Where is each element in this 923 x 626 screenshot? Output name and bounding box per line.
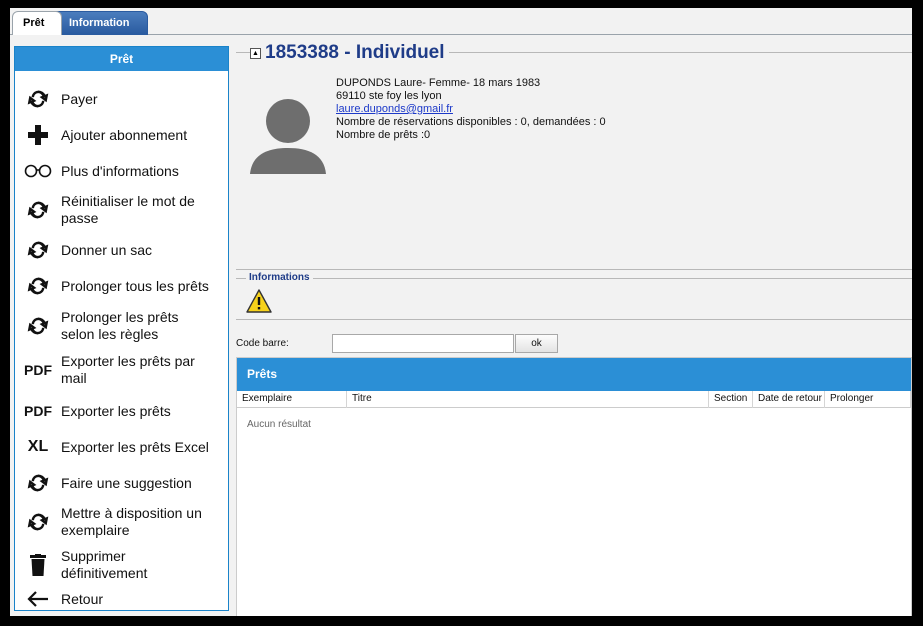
pdf-icon: PDF xyxy=(24,362,52,378)
sidebar-item-label: Payer xyxy=(61,90,98,107)
trash-icon xyxy=(15,554,61,577)
user-loans-count: Nombre de prêts :0 xyxy=(336,129,431,141)
sidebar-item-label: Faire une suggestion xyxy=(61,474,192,491)
user-email-link[interactable]: laure.duponds@gmail.fr xyxy=(336,103,453,115)
sidebar: Prêt Payer Ajouter abonnement Plus d'inf… xyxy=(14,46,229,611)
tab-pret[interactable]: Prêt xyxy=(12,11,62,35)
loans-header: Prêts xyxy=(237,358,911,391)
sidebar-item-ajouter-abonnement[interactable]: Ajouter abonnement xyxy=(15,117,228,153)
informations-legend: Informations xyxy=(246,272,313,283)
column-prolonger[interactable]: Prolonger xyxy=(825,391,911,408)
refresh-icon xyxy=(15,88,61,111)
sidebar-item-label: Prolonger tous les prêts xyxy=(61,277,209,294)
excel-icon: XL xyxy=(27,438,49,455)
sidebar-item-plus-informations[interactable]: Plus d'informations xyxy=(15,153,228,189)
refresh-icon xyxy=(15,315,61,338)
loans-table-header: Exemplaire Titre Section Date de retour … xyxy=(237,391,911,408)
sidebar-item-prolonger-regles[interactable]: Prolonger les prêts selon les règles xyxy=(15,305,228,347)
barcode-input[interactable] xyxy=(332,333,514,353)
refresh-icon xyxy=(15,472,61,495)
arrow-left-icon xyxy=(15,588,61,611)
sidebar-item-exporter-excel[interactable]: XL Exporter les prêts Excel xyxy=(15,429,228,465)
refresh-icon xyxy=(15,511,61,534)
user-info: DUPONDS Laure- Femme- 18 mars 1983 69110… xyxy=(336,77,606,142)
ok-button[interactable]: ok xyxy=(515,333,558,353)
informations-fieldset: Informations xyxy=(236,272,912,320)
refresh-icon xyxy=(15,239,61,262)
sidebar-item-label: Prolonger les prêts selon les règles xyxy=(61,309,179,342)
column-section[interactable]: Section xyxy=(709,391,753,408)
refresh-icon xyxy=(15,199,61,222)
avatar xyxy=(248,98,328,174)
sidebar-item-donner-sac[interactable]: Donner un sac xyxy=(15,232,228,268)
sidebar-item-label: Réinitialiser le mot de passe xyxy=(61,193,195,226)
column-titre[interactable]: Titre xyxy=(347,391,709,408)
sidebar-item-reinitialiser-mot-de-passe[interactable]: Réinitialiser le mot de passe xyxy=(15,189,228,231)
tab-information[interactable]: Information xyxy=(56,11,148,35)
sidebar-item-prolonger-tous[interactable]: Prolonger tous les prêts xyxy=(15,268,228,304)
sidebar-item-label: Exporter les prêts par mail xyxy=(61,353,195,386)
barcode-row: Code barre: ok xyxy=(236,333,558,353)
sidebar-item-label: Exporter les prêts xyxy=(61,402,171,419)
sidebar-item-retour[interactable]: Retour xyxy=(15,587,228,611)
barcode-label: Code barre: xyxy=(236,337,289,349)
sidebar-item-label: Exporter les prêts Excel xyxy=(61,438,209,455)
main-panel: ▲ 1853388 - Individuel DUPONDS Laure- Fe… xyxy=(236,42,912,616)
column-date-retour[interactable]: Date de retour xyxy=(753,391,825,408)
sidebar-item-suggestion[interactable]: Faire une suggestion xyxy=(15,465,228,501)
sidebar-item-supprimer[interactable]: Supprimer définitivement xyxy=(15,544,228,586)
plus-icon xyxy=(15,124,61,147)
sidebar-item-label: Supprimer définitivement xyxy=(61,548,148,581)
app-window: Information Prêt Prêt Payer Ajouter abon… xyxy=(10,8,912,616)
sidebar-item-label: Mettre à disposition un exemplaire xyxy=(61,505,202,538)
sidebar-item-label: Ajouter abonnement xyxy=(61,126,188,143)
column-exemplaire[interactable]: Exemplaire xyxy=(237,391,347,408)
user-identity: DUPONDS Laure- Femme- 18 mars 1983 xyxy=(336,77,541,89)
collapse-button[interactable]: ▲ xyxy=(250,47,261,59)
warning-icon xyxy=(246,289,272,318)
user-address: 69110 ste foy les lyon xyxy=(336,90,442,102)
loans-panel: Prêts Exemplaire Titre Section Date de r… xyxy=(236,357,912,616)
sidebar-item-label: Donner un sac xyxy=(61,241,153,258)
pdf-icon: PDF xyxy=(24,403,52,419)
sidebar-item-mettre-disposition[interactable]: Mettre à disposition un exemplaire xyxy=(15,501,228,543)
sidebar-item-exporter-mail[interactable]: PDF Exporter les prêts par mail xyxy=(15,349,228,391)
empty-message: Aucun résultat xyxy=(247,419,311,430)
tab-bar: Information Prêt xyxy=(10,8,912,35)
glasses-icon xyxy=(15,160,61,183)
user-fieldset: ▲ 1853388 - Individuel DUPONDS Laure- Fe… xyxy=(236,42,912,270)
sidebar-item-label: Plus d'informations xyxy=(61,162,179,179)
refresh-icon xyxy=(15,275,61,298)
user-reservations: Nombre de réservations disponibles : 0, … xyxy=(336,116,606,128)
sidebar-item-exporter-prets[interactable]: PDF Exporter les prêts xyxy=(15,393,228,429)
sidebar-item-payer[interactable]: Payer xyxy=(15,81,228,117)
sidebar-header: Prêt xyxy=(15,47,228,71)
sidebar-item-label: Retour xyxy=(61,590,104,607)
user-title: 1853388 - Individuel xyxy=(265,42,445,63)
user-legend: ▲ 1853388 - Individuel xyxy=(250,42,449,64)
